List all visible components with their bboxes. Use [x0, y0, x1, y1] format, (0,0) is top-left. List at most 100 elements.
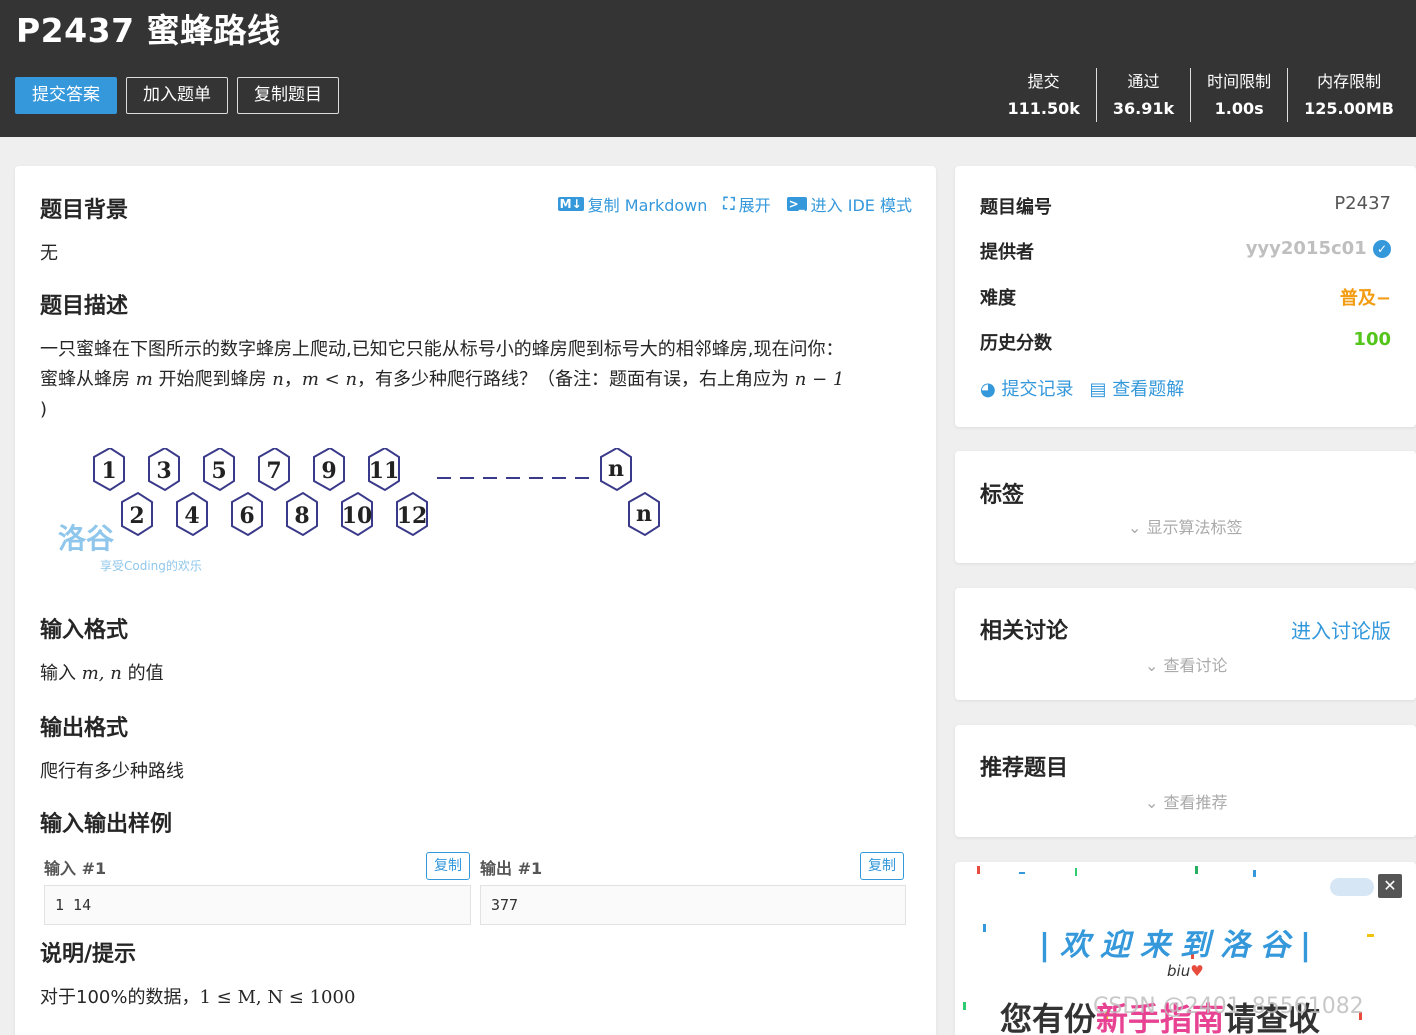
stat-submissions: 提交 111.50k: [1007, 68, 1095, 122]
ide-mode-label: 进入 IDE 模式: [810, 196, 912, 215]
info-row-provider: 提供者 yyy2015c01 ✓: [980, 238, 1391, 268]
solutions-label: 查看题解: [1112, 379, 1185, 400]
output-format-text: 爬行有多少种路线: [40, 761, 184, 782]
submission-records-link[interactable]: ◕ 提交记录: [980, 375, 1073, 401]
verified-icon: ✓: [1373, 240, 1391, 258]
score-value: 100: [1353, 329, 1391, 350]
info-row-id: 题目编号 P2437: [980, 193, 1391, 223]
cloud-icon: [1330, 878, 1374, 896]
description-line: 一只蜜蜂在下图所示的数字蜂房上爬动,已知它只能从标号小的蜂房爬到标号大的相邻蜂房…: [40, 339, 844, 360]
samples-heading: 输入输出样例: [40, 812, 173, 837]
content-toolbar: M↓ 复制 Markdown ⛶ 展开 >_ 进入 IDE 模式: [557, 192, 912, 216]
tags-heading: 标签: [980, 483, 1025, 508]
input-format-text: 输入 m, n 的值: [40, 659, 164, 689]
cell-label: 4: [184, 503, 199, 529]
toggle-label: 显示算法标签: [1146, 518, 1243, 537]
view-solutions-link[interactable]: ▤ 查看题解: [1089, 375, 1184, 401]
text-run: 开始爬到蜂房: [152, 369, 273, 390]
show-tags-toggle[interactable]: ⌄ 显示算法标签: [1128, 514, 1243, 538]
copy-problem-button[interactable]: 复制题目: [237, 77, 339, 114]
math-vars: m, n: [81, 663, 122, 684]
expand-button[interactable]: ⛶ 展开: [723, 192, 770, 216]
problem-content-card: 题目背景 M↓ 复制 Markdown ⛶ 展开 >_ 进入 IDE 模式 无 …: [15, 166, 936, 1035]
math-m: m: [135, 369, 153, 390]
cell-label: 8: [294, 503, 309, 529]
cell-label: n: [608, 456, 624, 482]
cell-label: 6: [239, 503, 254, 529]
description-text: 一只蜜蜂在下图所示的数字蜂房上爬动,已知它只能从标号小的蜂房爬到标号大的相邻蜂房…: [40, 335, 920, 425]
copy-output-button[interactable]: 复制: [860, 852, 904, 880]
add-to-list-button[interactable]: 加入题单: [126, 77, 228, 114]
stat-value: 125.00MB: [1304, 99, 1394, 118]
cell-label: 1: [101, 458, 116, 484]
sample-input-box[interactable]: 1 14: [44, 885, 471, 925]
math-condition: m < n: [301, 369, 358, 390]
background-text: 无: [40, 243, 58, 264]
stat-accepted: 通过 36.91k: [1095, 68, 1190, 122]
ide-mode-button[interactable]: >_ 进入 IDE 模式: [786, 192, 912, 216]
book-icon: ▤: [1089, 379, 1107, 400]
text-run: 输入: [40, 663, 82, 684]
info-key: 难度: [980, 288, 1016, 309]
banner-biu: biu♥: [1167, 962, 1204, 980]
description-line: ): [40, 399, 48, 420]
cell-label: 5: [211, 458, 226, 484]
pie-chart-icon: ◕: [980, 379, 996, 400]
problem-id-value: P2437: [1334, 193, 1391, 214]
input-format-heading: 输入格式: [40, 618, 129, 643]
stat-value: 1.00s: [1214, 99, 1264, 118]
text-run: ，有多少种爬行路线？（备注：题面有误，右上角应为: [357, 369, 795, 390]
description-heading: 题目描述: [40, 294, 129, 319]
cell-label: 2: [129, 503, 144, 529]
math-constraint: 1 ≤ M, N ≤ 1000: [199, 987, 356, 1008]
show-discussion-toggle[interactable]: ⌄ 查看讨论: [1145, 652, 1228, 676]
info-key: 历史分数: [980, 333, 1052, 354]
text-run: ，: [283, 369, 302, 390]
chevron-down-icon: ⌄: [1145, 793, 1159, 812]
problem-stats: 提交 111.50k 通过 36.91k 时间限制 1.00s 内存限制 125…: [1007, 68, 1410, 122]
info-key: 提供者: [980, 242, 1034, 263]
cell-label: 12: [397, 503, 428, 529]
cell-label: 3: [156, 458, 171, 484]
banner-welcome-text: |欢迎来到洛谷|: [1039, 928, 1321, 963]
discussion-heading: 相关讨论: [980, 619, 1069, 644]
expand-label: 展开: [738, 196, 771, 215]
sample-output-box[interactable]: 377: [480, 885, 906, 925]
sample-input-label: 输入 #1: [44, 859, 107, 878]
cell-label: n: [636, 501, 652, 527]
copy-markdown-label: 复制 Markdown: [587, 196, 708, 215]
stat-memory-limit: 内存限制 125.00MB: [1287, 68, 1410, 122]
honeycomb-figure: 1 3 5 7 9 11 2 4 6 8 10 12 n n 洛谷 享受Codi…: [58, 448, 660, 573]
chevron-down-icon: ⌄: [1128, 518, 1142, 537]
cell-label: 7: [266, 458, 281, 484]
submit-answer-button[interactable]: 提交答案: [15, 77, 117, 114]
records-label: 提交记录: [1001, 379, 1074, 400]
newbie-guide-banner[interactable]: ✕ |欢迎来到洛谷| biu♥ 您有份新手指南请查收 CSDN @2401_85…: [955, 862, 1416, 1035]
heart-icon: ♥: [1190, 962, 1204, 980]
terminal-icon: >_: [786, 197, 807, 211]
discussion-card: 相关讨论 进入讨论版 ⌄ 查看讨论: [955, 588, 1416, 700]
show-recommend-toggle[interactable]: ⌄ 查看推荐: [1145, 789, 1228, 813]
close-icon[interactable]: ✕: [1378, 874, 1402, 898]
info-row-difficulty: 难度 普及−: [980, 284, 1391, 314]
math-formula: n − 1: [794, 369, 845, 390]
stat-label: 时间限制: [1207, 72, 1272, 91]
stat-time-limit: 时间限制 1.00s: [1190, 68, 1287, 122]
biu-text: biu: [1167, 962, 1191, 980]
problem-info-card: 题目编号 P2437 提供者 yyy2015c01 ✓ 难度 普及− 历史分数 …: [955, 166, 1416, 427]
info-key: 题目编号: [980, 197, 1052, 218]
watermark-logo: 洛谷: [58, 522, 115, 555]
enter-forum-link[interactable]: 进入讨论版: [1291, 615, 1391, 644]
hint-text: 对于100%的数据，1 ≤ M, N ≤ 1000: [40, 983, 355, 1013]
difficulty-value[interactable]: 普及−: [1340, 284, 1391, 310]
copy-input-button[interactable]: 复制: [426, 852, 470, 880]
background-heading: 题目背景: [40, 198, 129, 223]
provider-link[interactable]: yyy2015c01 ✓: [1246, 238, 1391, 259]
hint-heading: 说明/提示: [40, 942, 137, 967]
copy-markdown-button[interactable]: M↓ 复制 Markdown: [557, 192, 708, 216]
banner-text-a: 您有份: [1000, 1000, 1097, 1035]
tags-card: 标签 ⌄ 显示算法标签: [955, 451, 1416, 563]
math-n: n: [272, 369, 284, 390]
cell-label: 9: [321, 458, 336, 484]
output-format-heading: 输出格式: [40, 716, 129, 741]
